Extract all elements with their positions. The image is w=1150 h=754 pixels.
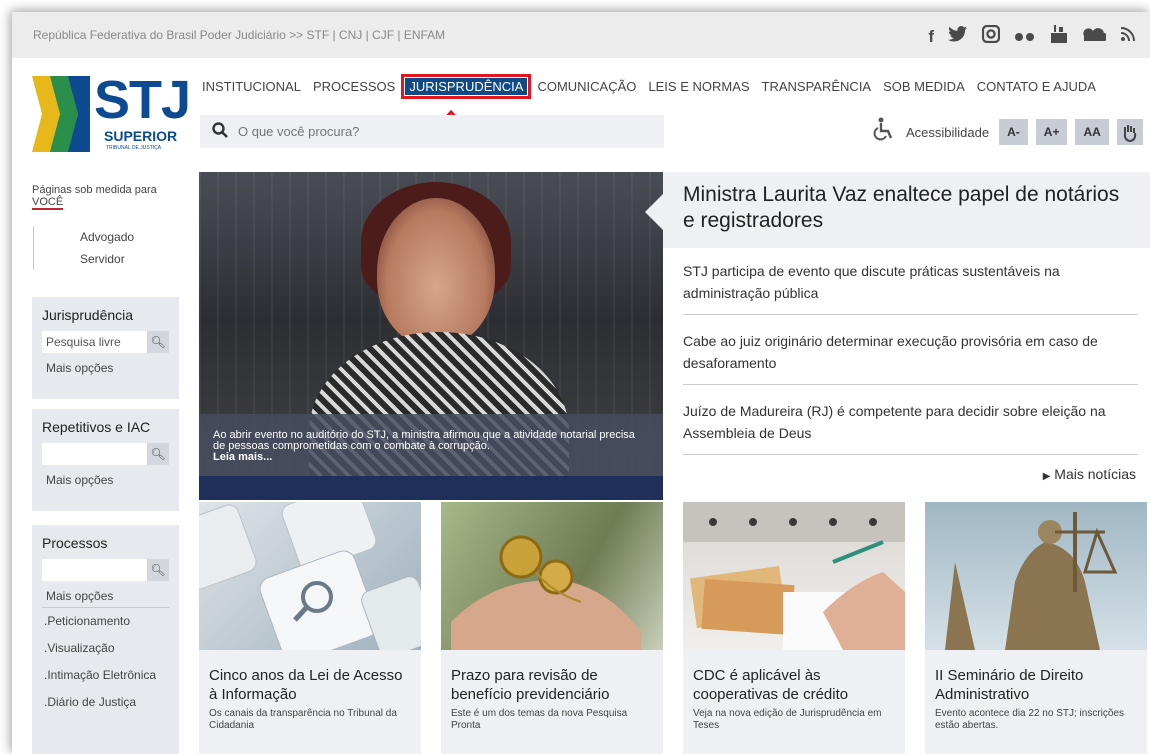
- search-icon[interactable]: [212, 121, 228, 142]
- stj-logo[interactable]: STJ SUPERIOR TRIBUNAL DE JUSTIÇA: [30, 72, 191, 152]
- hero-read-more-link[interactable]: Leia mais...: [213, 451, 272, 463]
- more-news-label: Mais notícias: [1054, 466, 1136, 482]
- card-title: II Seminário de Direito Administrativo: [935, 667, 1084, 703]
- nav-institucional[interactable]: INSTITUCIONAL: [200, 78, 303, 95]
- caret-right-icon: ▶: [1042, 471, 1051, 482]
- news-panel: Ministra Laurita Vaz enaltece papel de n…: [645, 172, 1150, 500]
- page-frame: República Federativa do Brasil Poder Jud…: [12, 12, 1150, 754]
- card-seminario[interactable]: II Seminário de Direito Administrativo E…: [925, 502, 1147, 754]
- card-description: Veja na nova edição de Jurisprudência em…: [693, 708, 882, 731]
- news-headline[interactable]: Ministra Laurita Vaz enaltece papel de n…: [663, 172, 1150, 248]
- repetitivos-more-link[interactable]: Mais opções: [42, 473, 169, 487]
- processos-more-link[interactable]: Mais opções: [42, 589, 169, 603]
- accessibility-bar: Acessibilidade A- A+ AA: [872, 117, 1143, 147]
- processos-box: Processos 🔍︎ Mais opções .Peticionamento…: [32, 525, 179, 754]
- logo-tribunal: TRIBUNAL DE JUSTIÇA: [106, 145, 162, 151]
- nav-sob-medida[interactable]: SOB MEDIDA: [881, 78, 967, 95]
- card-prazo[interactable]: Prazo para revisão de benefício previden…: [441, 502, 663, 754]
- search-icon[interactable]: 🔍︎: [147, 559, 169, 581]
- repetitivos-input[interactable]: [42, 443, 147, 465]
- main-nav: INSTITUCIONAL PROCESSOS JURISPRUDÊNCIA C…: [200, 74, 1098, 99]
- news-item[interactable]: Juízo de Madureira (RJ) é competente par…: [683, 400, 1138, 455]
- sob-medida-label: Páginas sob medida para: [32, 184, 157, 196]
- hero-caption-text: Ao abrir evento no auditório do STJ, a m…: [213, 429, 635, 452]
- sign-language-icon[interactable]: [1116, 119, 1143, 145]
- search-input[interactable]: [238, 124, 618, 139]
- card-cdc[interactable]: CDC é aplicável às cooperativas de crédi…: [683, 502, 905, 754]
- card-title: Prazo para revisão de benefício previden…: [451, 667, 610, 703]
- sob-item-advogado[interactable]: Advogado: [80, 226, 134, 248]
- logo-mark-icon: [32, 76, 90, 152]
- nav-comunicacao[interactable]: COMUNICAÇÃO: [535, 78, 638, 95]
- card-description: Evento acontece dia 22 no STJ; inscriçõe…: [935, 708, 1124, 731]
- social-links: f: [928, 24, 1136, 49]
- processos-box-title: Processos: [42, 535, 108, 551]
- nav-jurisprudencia[interactable]: JURISPRUDÊNCIA: [401, 74, 532, 99]
- search-bar: [200, 115, 664, 148]
- rss-icon[interactable]: [1120, 26, 1136, 47]
- sob-medida-list: Advogado Servidor: [33, 226, 134, 270]
- search-icon[interactable]: 🔍︎: [147, 331, 169, 353]
- hero-banner[interactable]: Ao abrir evento no auditório do STJ, a m…: [199, 172, 663, 500]
- top-bar: República Federativa do Brasil Poder Jud…: [12, 12, 1150, 58]
- link-peticionamento[interactable]: .Peticionamento: [42, 608, 169, 635]
- more-news-link[interactable]: ▶ Mais notícias: [1043, 466, 1136, 482]
- contrast-button[interactable]: AA: [1075, 119, 1109, 145]
- link-visualizacao[interactable]: .Visualização: [42, 635, 169, 662]
- jurisprudencia-box-title: Jurisprudência: [42, 307, 134, 323]
- card-image-coin: [441, 502, 663, 650]
- facebook-icon[interactable]: f: [928, 27, 934, 47]
- card-title: Cinco anos da Lei de Acesso à Informação: [209, 667, 403, 703]
- repetitivos-box-title: Repetitivos e IAC: [42, 419, 151, 435]
- link-intimacao[interactable]: .Intimação Eletrônica: [42, 662, 169, 689]
- nav-leis-e-normas[interactable]: LEIS E NORMAS: [646, 78, 751, 95]
- card-image-money: [683, 502, 905, 650]
- card-description: Este é um dos temas da nova Pesquisa Pro…: [451, 708, 628, 731]
- card-title: CDC é aplicável às cooperativas de crédi…: [693, 667, 849, 703]
- sob-medida-voce: VOCÊ: [32, 196, 64, 210]
- hero-footer-bar: [199, 476, 663, 500]
- logo-subtext: SUPERIOR: [104, 128, 178, 144]
- nav-transparencia[interactable]: TRANSPARÊNCIA: [760, 78, 874, 95]
- nav-processos[interactable]: PROCESSOS: [311, 78, 397, 95]
- sob-item-servidor[interactable]: Servidor: [80, 248, 134, 270]
- card-image-justice-statue: [925, 502, 1147, 650]
- search-icon[interactable]: 🔍︎: [147, 443, 169, 465]
- hero-caption: Ao abrir evento no auditório do STJ, a m…: [199, 414, 663, 476]
- news-item[interactable]: STJ participa de evento que discute prát…: [683, 260, 1138, 315]
- nav-contato-e-ajuda[interactable]: CONTATO E AJUDA: [975, 78, 1098, 95]
- twitter-icon[interactable]: [948, 25, 968, 48]
- jurisprudencia-box: Jurisprudência Pesquisa livre 🔍︎ Mais op…: [32, 297, 179, 399]
- processos-input[interactable]: [42, 559, 147, 581]
- soundcloud-icon[interactable]: [1082, 27, 1108, 47]
- jurisprudencia-input[interactable]: Pesquisa livre: [42, 331, 147, 353]
- accessibility-label[interactable]: Acessibilidade: [906, 125, 989, 140]
- sob-medida-title: Páginas sob medida para VOCÊ: [32, 184, 172, 210]
- youtube-icon[interactable]: [1050, 24, 1068, 49]
- jurisprudencia-more-link[interactable]: Mais opções: [42, 361, 169, 375]
- font-increase-button[interactable]: A+: [1035, 119, 1068, 145]
- logo-text: STJ: [94, 70, 191, 130]
- institutional-links[interactable]: República Federativa do Brasil Poder Jud…: [33, 28, 445, 42]
- card-image-keyboard: [199, 502, 421, 650]
- card-description: Os canais da transparência no Tribunal d…: [209, 708, 397, 731]
- card-lai[interactable]: Cinco anos da Lei de Acesso à Informação…: [199, 502, 421, 754]
- repetitivos-box: Repetitivos e IAC 🔍︎ Mais opções: [32, 409, 179, 511]
- wheelchair-icon: [872, 117, 894, 147]
- news-item[interactable]: Cabe ao juiz originário determinar execu…: [683, 330, 1138, 385]
- flickr-icon[interactable]: [1014, 27, 1036, 47]
- link-diario[interactable]: .Diário de Justiça: [42, 689, 169, 716]
- font-decrease-button[interactable]: A-: [999, 119, 1028, 145]
- instagram-icon[interactable]: [981, 24, 1001, 48]
